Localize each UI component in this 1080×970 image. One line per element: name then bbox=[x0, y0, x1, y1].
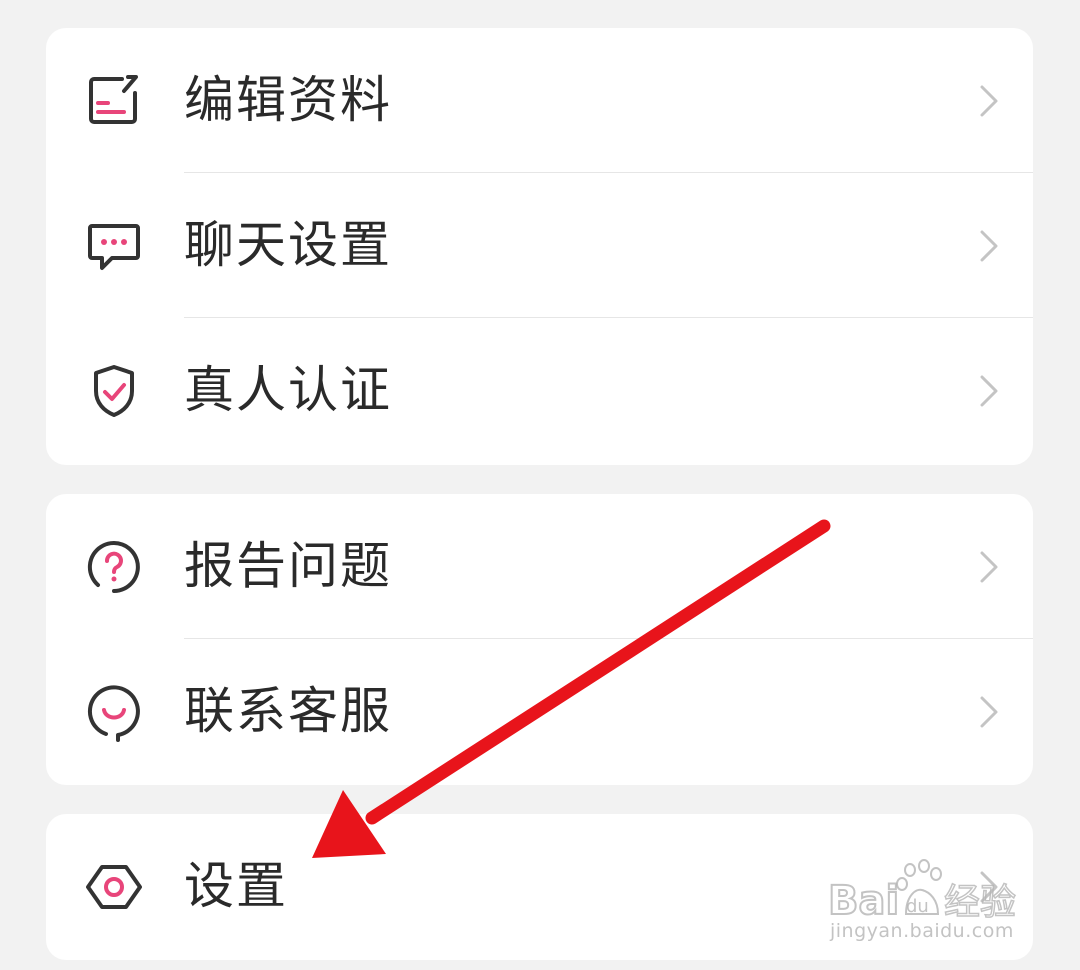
question-circle-icon bbox=[84, 537, 144, 597]
menu-item-label: 联系客服 bbox=[184, 682, 392, 740]
menu-item-real-person-verification[interactable]: 真人认证 bbox=[46, 318, 1033, 463]
menu-item-label: 编辑资料 bbox=[184, 71, 392, 129]
chat-bubble-icon bbox=[84, 216, 144, 276]
menu-item-contact-service[interactable]: 联系客服 bbox=[46, 639, 1033, 784]
settings-hexagon-icon bbox=[84, 857, 144, 917]
chevron-right-icon bbox=[979, 229, 999, 263]
edit-profile-icon bbox=[84, 71, 144, 131]
chevron-right-icon bbox=[979, 550, 999, 584]
shield-check-icon bbox=[84, 361, 144, 421]
menu-item-report-problem[interactable]: 报告问题 bbox=[46, 494, 1033, 639]
menu-item-edit-profile[interactable]: 编辑资料 bbox=[46, 28, 1033, 173]
menu-card-settings: 设置 bbox=[46, 814, 1033, 960]
menu-item-chat-settings[interactable]: 聊天设置 bbox=[46, 173, 1033, 318]
menu-card-profile: 编辑资料 聊天设置 真人认证 bbox=[46, 28, 1033, 465]
menu-item-label: 真人认证 bbox=[184, 361, 392, 419]
menu-item-label: 设置 bbox=[184, 857, 288, 915]
chevron-right-icon bbox=[979, 374, 999, 408]
menu-item-settings[interactable]: 设置 bbox=[46, 814, 1033, 959]
customer-service-icon bbox=[84, 682, 144, 742]
menu-item-label: 报告问题 bbox=[184, 537, 392, 595]
chevron-right-icon bbox=[979, 870, 999, 904]
menu-item-label: 聊天设置 bbox=[184, 216, 392, 274]
chevron-right-icon bbox=[979, 695, 999, 729]
menu-card-support: 报告问题 联系客服 bbox=[46, 494, 1033, 785]
chevron-right-icon bbox=[979, 84, 999, 118]
